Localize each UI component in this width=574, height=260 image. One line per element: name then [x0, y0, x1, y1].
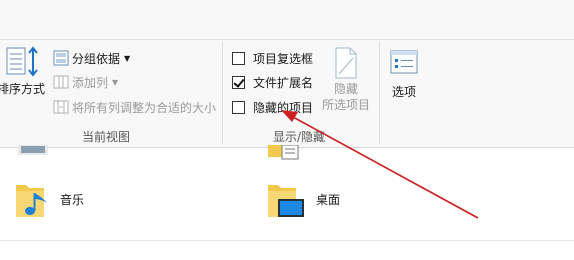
annotation-arrow — [281, 110, 479, 219]
annotation-arrow-shaft — [292, 116, 479, 219]
annotation-arrow-head — [281, 110, 298, 122]
